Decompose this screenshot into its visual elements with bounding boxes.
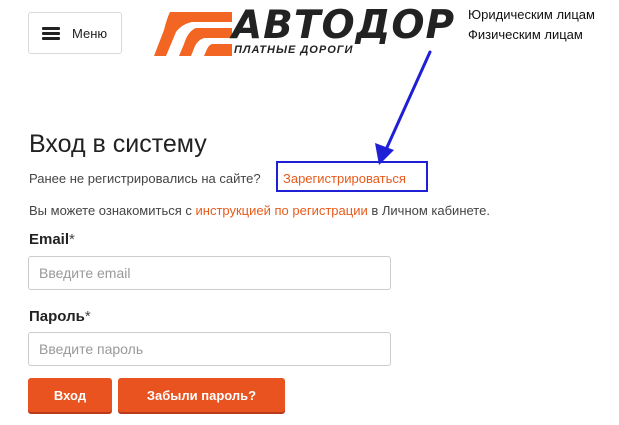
- forgot-password-button[interactable]: Забыли пароль?: [118, 378, 285, 412]
- info-prefix: Вы можете ознакомиться с: [29, 203, 192, 218]
- site-logo[interactable]: АВТОДОР ПЛАТНЫЕ ДОРОГИ: [152, 4, 454, 60]
- password-input[interactable]: [28, 332, 391, 366]
- hamburger-icon: [42, 27, 60, 40]
- menu-label: Меню: [72, 26, 108, 41]
- register-prompt: Ранее не регистрировались на сайте?: [29, 171, 261, 186]
- page-title: Вход в систему: [29, 130, 207, 158]
- registration-info: Вы можете ознакомиться с инструкцией по …: [29, 203, 490, 218]
- logo-tagline: ПЛАТНЫЕ ДОРОГИ: [234, 44, 354, 56]
- registration-guide-link[interactable]: инструкцией по регистрации: [196, 203, 368, 218]
- password-label: Пароль*: [29, 308, 91, 325]
- email-input[interactable]: [28, 256, 391, 290]
- logo-wordmark: АВТОДОР: [232, 3, 456, 48]
- audience-nav: Юридическим лицам Физическим лицам: [468, 5, 595, 45]
- required-mark: *: [69, 231, 75, 248]
- login-button[interactable]: Вход: [28, 378, 112, 412]
- road-stripes-logo-icon: [154, 12, 232, 56]
- register-link-highlight: Зарегистрироваться: [276, 161, 428, 192]
- menu-button[interactable]: Меню: [28, 12, 122, 54]
- register-link[interactable]: Зарегистрироваться: [283, 171, 406, 186]
- nav-individuals[interactable]: Физическим лицам: [468, 25, 595, 45]
- info-suffix: в Личном кабинете.: [371, 203, 490, 218]
- email-label: Email*: [29, 231, 75, 248]
- required-mark: *: [84, 308, 91, 325]
- nav-legal-entities[interactable]: Юридическим лицам: [468, 5, 595, 25]
